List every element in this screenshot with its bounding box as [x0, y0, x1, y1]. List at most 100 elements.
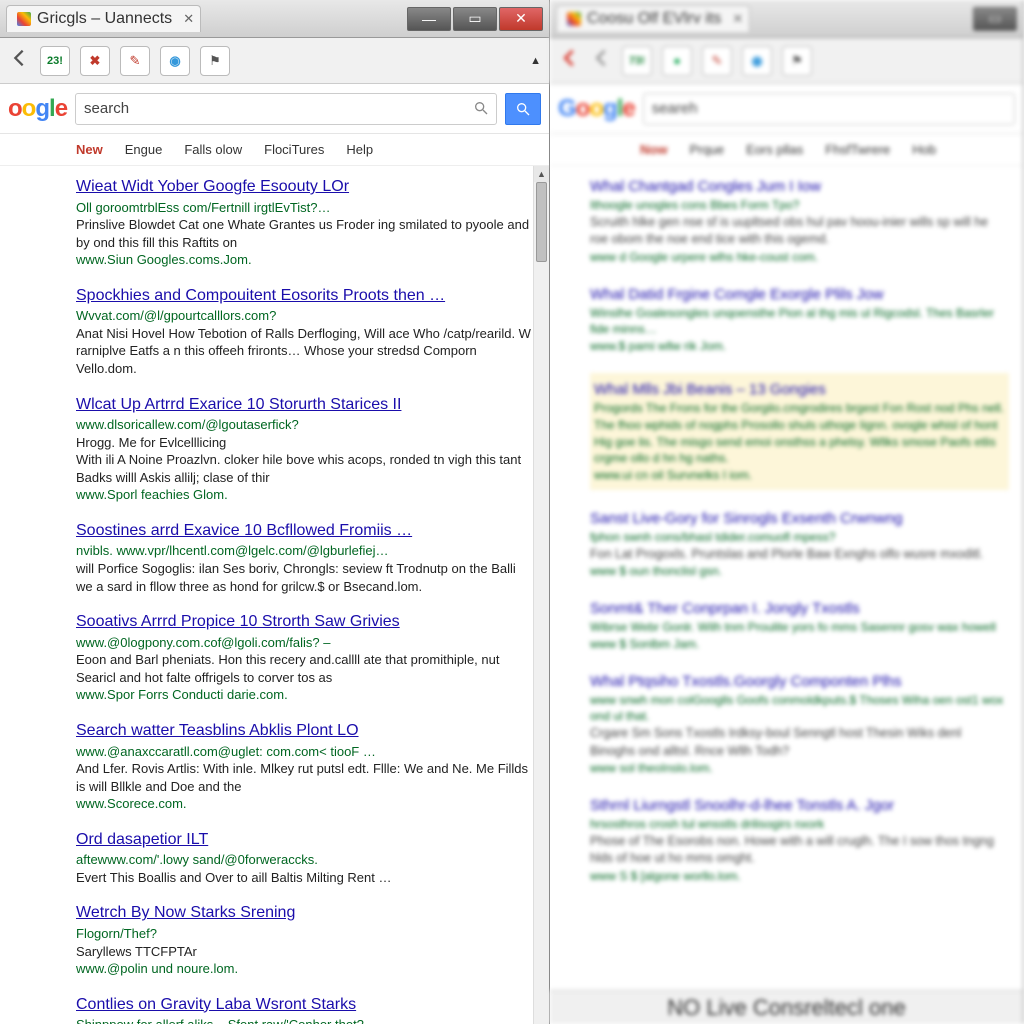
flag-icon[interactable]: ⚑: [782, 46, 812, 76]
nav-new[interactable]: Now: [640, 142, 667, 157]
result-title[interactable]: Soostines arrd Exavice 10 Bcfllowed From…: [76, 520, 535, 542]
maximize-button[interactable]: ▭: [453, 7, 497, 31]
tab-favicon: [567, 12, 581, 26]
search-result: Sthrnl Liurngstl Snoolhr-d-lhee Tonstls …: [590, 795, 1009, 885]
result-cache[interactable]: www.Scorece.com.: [76, 795, 535, 813]
search-inline-icon: [473, 100, 489, 121]
result-title[interactable]: Wetrch By Now Starks Srening: [76, 902, 535, 924]
menu-icon[interactable]: ▲: [530, 55, 541, 67]
google-logo: Google: [558, 95, 635, 123]
search-result: Whal Mlls Jbi Beanis – 13 Gongies Progor…: [590, 373, 1009, 490]
titlebar: Coosu Olf EVlrv its ✕ ▭: [550, 0, 1023, 38]
toolbar: 73! ● ✎ ◉ ⚑: [550, 38, 1023, 84]
flag-icon[interactable]: ⚑: [200, 46, 230, 76]
result-title[interactable]: Wlcat Up Artrrd Exarice 10 Storurth Star…: [76, 394, 535, 416]
scroll-up-icon[interactable]: ▲: [534, 166, 549, 182]
nav-item[interactable]: Eors pllas: [746, 142, 803, 157]
right-window: Coosu Olf EVlrv its ✕ ▭ 73! ● ✎ ◉ ⚑ Goog…: [550, 0, 1024, 1024]
result-title[interactable]: Sonmt& Ther Conprpan I. Jongly Txostls: [590, 598, 1009, 619]
result-title[interactable]: Spockhies and Compouitent Eosorits Proot…: [76, 285, 535, 307]
result-cache[interactable]: www.Spor Forrs Conducti darie.com.: [76, 686, 535, 704]
back-button[interactable]: [590, 47, 612, 74]
search-result: Sanst Live-Gory for Sinrogls Exsenth Crw…: [590, 508, 1009, 580]
search-input[interactable]: [75, 93, 497, 125]
result-cache[interactable]: www S $ [algone worllo.lom.: [590, 868, 1009, 885]
result-title[interactable]: Whal Mlls Jbi Beanis – 13 Gongies: [594, 379, 1005, 400]
result-cache[interactable]: www.Sporl feachies Glom.: [76, 486, 535, 504]
window-buttons: — ▭ ✕: [407, 7, 543, 31]
results-list: Wieat Widt Yober Googfe Esoouty LOr Oll …: [0, 166, 549, 1024]
search-bar: oogle: [0, 84, 549, 134]
result-snippet: Scruith hlke gen nse sf is uupltsed obs …: [590, 214, 1009, 249]
nav-item[interactable]: FlociTures: [264, 142, 324, 157]
result-url: www snwh mon colGooglls Goofs conmoldkpu…: [590, 692, 1009, 726]
result-cache[interactable]: www $ oun thonclisl gsn.: [590, 563, 1009, 580]
scroll-thumb[interactable]: [536, 182, 547, 262]
result-url: Wvvat.com/@l/gpourtcalllors.com?: [76, 307, 535, 325]
results-area: Whal Chantgad Congles Jum I Iow Ithoogle…: [550, 166, 1023, 990]
extension-badge[interactable]: 73!: [622, 46, 652, 76]
result-snippet: will Porfice Sogoglis: ilan Ses boriv, C…: [76, 560, 535, 595]
result-title[interactable]: Sooativs Arrrd Propice 10 Strorth Saw Gr…: [76, 611, 535, 633]
result-url: Oll goroomtrblEss com/Fertnill irgtlEvTi…: [76, 199, 535, 217]
result-title[interactable]: Search watter Teasblins Abklis Plont LO: [76, 720, 535, 742]
result-title[interactable]: Ord dasapetior ILT: [76, 829, 535, 851]
minimize-button[interactable]: —: [407, 7, 451, 31]
window-buttons: ▭: [973, 7, 1017, 31]
result-cache[interactable]: www d Google urpere wlhs hke-coust com.: [590, 249, 1009, 266]
result-title[interactable]: Whal Chantgad Congles Jum I Iow: [590, 176, 1009, 197]
result-title[interactable]: Contlies on Gravity Laba Wsront Starks: [76, 994, 535, 1016]
nav-item[interactable]: Help: [346, 142, 373, 157]
result-snippet: Phose of The Esorobs non. Howe with a wi…: [590, 833, 1009, 868]
search-result: Whal Ptqsiho Txostls.Goorgly Componten P…: [590, 671, 1009, 777]
close-button[interactable]: ✕: [499, 7, 543, 31]
search-result: Soostines arrd Exavice 10 Bcfllowed From…: [76, 520, 535, 595]
result-url: Shinppow for allerf aliks – Sfont.raw/'C…: [76, 1016, 535, 1024]
nav-item[interactable]: Engue: [125, 142, 163, 157]
browser-tab[interactable]: Gricgls – Uannects ✕: [6, 5, 201, 32]
nav-item[interactable]: Falls olow: [184, 142, 242, 157]
result-cache[interactable]: www sol theoInslo.lom.: [590, 760, 1009, 777]
nav-new[interactable]: New: [76, 142, 103, 157]
refresh-icon[interactable]: ◉: [160, 46, 190, 76]
extension-badge[interactable]: 23!: [40, 46, 70, 76]
search-input[interactable]: [643, 93, 1015, 125]
result-url: Progords The Frons for the Gorgilo.cmgro…: [594, 400, 1005, 467]
result-title[interactable]: Sthrnl Liurngstl Snoolhr-d-lhee Tonstls …: [590, 795, 1009, 816]
search-result: Sonmt& Ther Conprpan I. Jongly Txostls W…: [590, 598, 1009, 653]
result-cache[interactable]: www.$ pami wllw rik Jom.: [590, 338, 1009, 355]
nav-item[interactable]: FhsfTwrere: [825, 142, 890, 157]
search-result: Spockhies and Compouitent Eosorits Proot…: [76, 285, 535, 378]
search-button[interactable]: [505, 93, 541, 125]
search-result: Whal Datid Frgine Comgle Exorgle Plils J…: [590, 284, 1009, 355]
result-cache[interactable]: www.ui cn oil Survnelks I iom.: [594, 467, 1005, 484]
browser-tab[interactable]: Coosu Olf EVlrv its ✕: [556, 5, 750, 32]
result-title[interactable]: Wieat Widt Yober Googfe Esoouty LOr: [76, 176, 535, 198]
scrollbar[interactable]: ▲: [533, 166, 549, 1024]
result-snippet: Eoon and Barl pheniats. Hon this recery …: [76, 651, 535, 686]
search-result: Ord dasapetior ILT aftewww.com/'.lowy sa…: [76, 829, 535, 887]
nav-item[interactable]: Prque: [689, 142, 724, 157]
tab-close-icon[interactable]: ✕: [732, 11, 743, 27]
back-button-active[interactable]: [558, 47, 580, 74]
back-button[interactable]: [8, 47, 30, 74]
restore-button[interactable]: ▭: [973, 7, 1017, 31]
edit-icon[interactable]: ✎: [120, 46, 150, 76]
stop-icon[interactable]: ✖: [80, 46, 110, 76]
result-title[interactable]: Sanst Live-Gory for Sinrogls Exsenth Crw…: [590, 508, 1009, 529]
nav-item[interactable]: Hob: [912, 142, 936, 157]
result-cache[interactable]: www $ Sonlbm Jam.: [590, 636, 1009, 653]
search-result: Wieat Widt Yober Googfe Esoouty LOr Oll …: [76, 176, 535, 269]
result-title[interactable]: Whal Datid Frgine Comgle Exorgle Plils J…: [590, 284, 1009, 305]
refresh-icon[interactable]: ◉: [742, 46, 772, 76]
result-cache[interactable]: www.Siun Googles.coms.Jom.: [76, 251, 535, 269]
result-title[interactable]: Whal Ptqsiho Txostls.Goorgly Componten P…: [590, 671, 1009, 692]
edit-icon[interactable]: ✎: [702, 46, 732, 76]
result-cache[interactable]: www.@polin und noure.lom.: [76, 960, 535, 978]
tab-close-icon[interactable]: ✕: [183, 11, 194, 27]
results-area: Wieat Widt Yober Googfe Esoouty LOr Oll …: [0, 166, 549, 1024]
result-snippet: Evert This Boallis and Over to aill Balt…: [76, 869, 535, 887]
status-bar: NO Live Consreltecl one: [550, 990, 1023, 1024]
result-url: www.dlsoricallew.com/@lgoutaserfick?: [76, 416, 535, 434]
status-icon[interactable]: ●: [662, 46, 692, 76]
